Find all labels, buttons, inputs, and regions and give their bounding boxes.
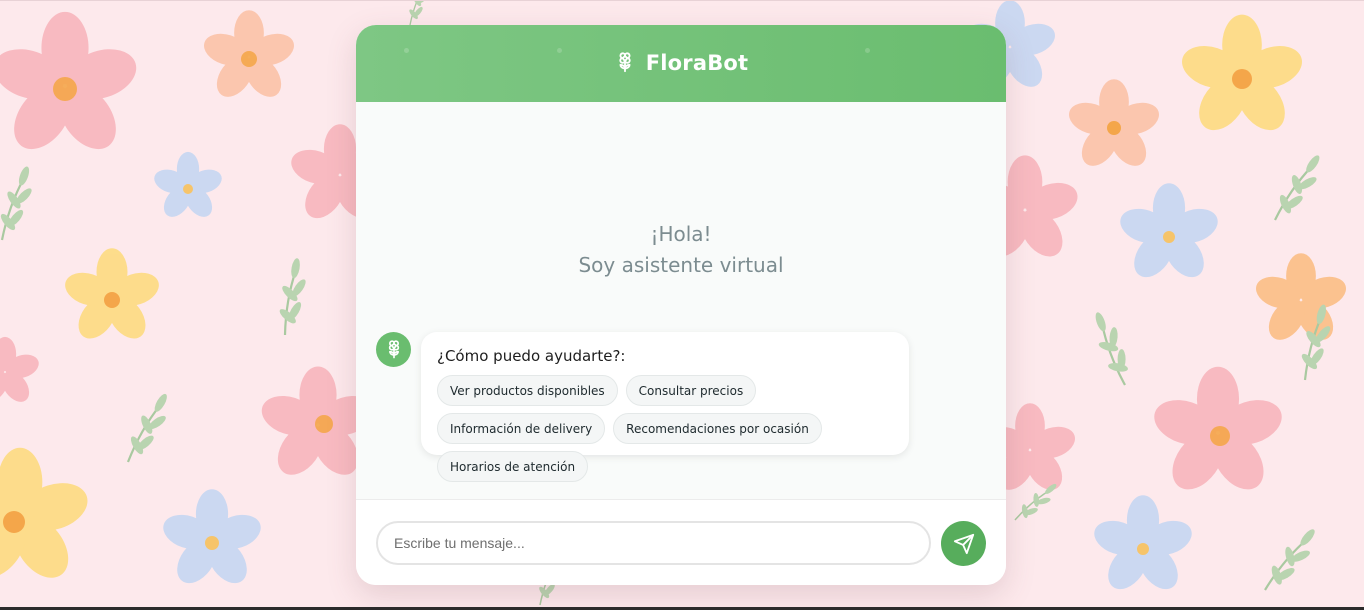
bot-message-text: ¿Cómo puedo ayudarte?: <box>437 347 626 365</box>
quick-reply-prices[interactable]: Consultar precios <box>625 375 757 406</box>
quick-reply-recommendations[interactable]: Recomendaciones por ocasión <box>613 413 822 444</box>
message-input[interactable] <box>376 521 931 565</box>
header-decoration <box>557 48 562 53</box>
header-decoration <box>865 48 870 53</box>
brand: FloraBot <box>614 51 749 75</box>
flower-icon <box>388 339 399 358</box>
chat-window: FloraBot ¡Hola! Soy asistente virtual ¿C… <box>356 25 1006 585</box>
header-decoration <box>404 48 409 53</box>
flower-icon <box>619 51 631 72</box>
app-title: FloraBot <box>645 50 749 75</box>
chat-messages[interactable]: ¡Hola! Soy asistente virtual ¿Cómo puedo… <box>356 102 1006 499</box>
chat-header: FloraBot <box>356 25 1006 102</box>
send-icon <box>953 533 974 554</box>
welcome-message: ¡Hola! Soy asistente virtual <box>356 219 1006 281</box>
quick-reply-products[interactable]: Ver productos disponibles <box>437 375 618 406</box>
welcome-subtitle: Soy asistente virtual <box>578 253 784 277</box>
bot-avatar <box>376 332 411 367</box>
quick-reply-hours[interactable]: Horarios de atención <box>437 451 589 482</box>
top-border <box>0 0 1364 1</box>
send-button[interactable] <box>941 521 986 566</box>
quick-replies: Ver productos disponibles Consultar prec… <box>437 375 907 482</box>
chat-composer <box>356 499 1006 585</box>
bot-message-bubble: ¿Cómo puedo ayudarte?: Ver productos dis… <box>421 332 909 482</box>
quick-reply-delivery[interactable]: Información de delivery <box>437 413 606 444</box>
welcome-greeting: ¡Hola! <box>650 222 712 246</box>
